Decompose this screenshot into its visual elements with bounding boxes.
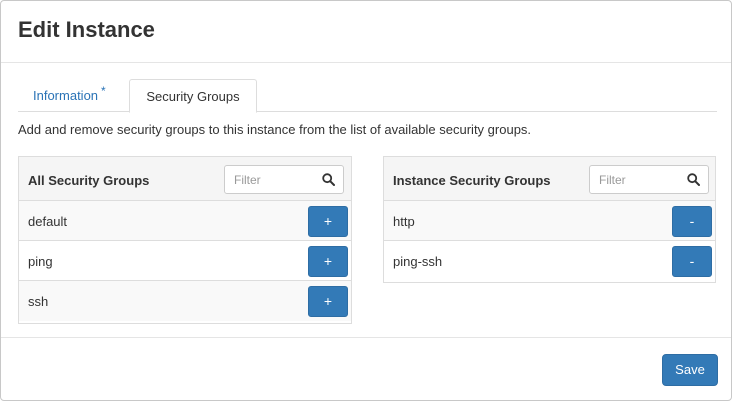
remove-group-button[interactable]: - <box>672 246 712 277</box>
instance-security-groups-panel: Instance Security Groups http - ping-ssh… <box>383 156 716 283</box>
group-name: http <box>393 214 415 229</box>
all-security-groups-title: All Security Groups <box>28 173 150 188</box>
all-security-groups-panel: All Security Groups default + ping + ssh… <box>18 156 352 324</box>
instance-security-groups-title: Instance Security Groups <box>393 173 551 188</box>
save-button[interactable]: Save <box>662 354 718 386</box>
add-group-button[interactable]: + <box>308 246 348 277</box>
add-group-button[interactable]: + <box>308 286 348 317</box>
add-group-button[interactable]: + <box>308 206 348 237</box>
all-security-groups-header: All Security Groups <box>19 157 351 201</box>
tab-security-groups-label: Security Groups <box>146 89 240 104</box>
list-item: http - <box>384 201 715 241</box>
instance-groups-filter-input[interactable] <box>590 166 685 193</box>
tab-information[interactable]: Information * <box>18 79 121 112</box>
required-marker: * <box>101 84 106 98</box>
all-groups-list: default + ping + ssh + <box>19 201 351 321</box>
group-name: ping <box>28 254 53 269</box>
list-item: ssh + <box>19 281 351 321</box>
group-name: default <box>28 214 68 229</box>
edit-instance-modal: Edit Instance Information * Security Grou… <box>0 0 732 401</box>
tab-bar: Information * Security Groups <box>18 79 717 113</box>
tab-security-groups[interactable]: Security Groups <box>129 79 257 113</box>
list-item: ping-ssh - <box>384 241 715 281</box>
list-item: default + <box>19 201 351 241</box>
remove-group-button[interactable]: - <box>672 206 712 237</box>
list-item: ping + <box>19 241 351 281</box>
group-name: ping-ssh <box>393 254 443 269</box>
tab-information-label: Information <box>33 88 99 103</box>
instance-security-groups-header: Instance Security Groups <box>384 157 715 201</box>
help-text: Add and remove security groups to this i… <box>18 122 532 137</box>
instance-groups-filter <box>589 165 709 194</box>
all-groups-filter-input[interactable] <box>225 166 320 193</box>
search-icon <box>687 173 700 186</box>
group-name: ssh <box>28 294 49 309</box>
modal-title: Edit Instance <box>18 17 155 42</box>
modal-footer: Save <box>1 337 731 401</box>
all-groups-filter <box>224 165 344 194</box>
instance-groups-list: http - ping-ssh - <box>384 201 715 281</box>
search-icon <box>322 173 335 186</box>
modal-header: Edit Instance <box>1 1 731 63</box>
